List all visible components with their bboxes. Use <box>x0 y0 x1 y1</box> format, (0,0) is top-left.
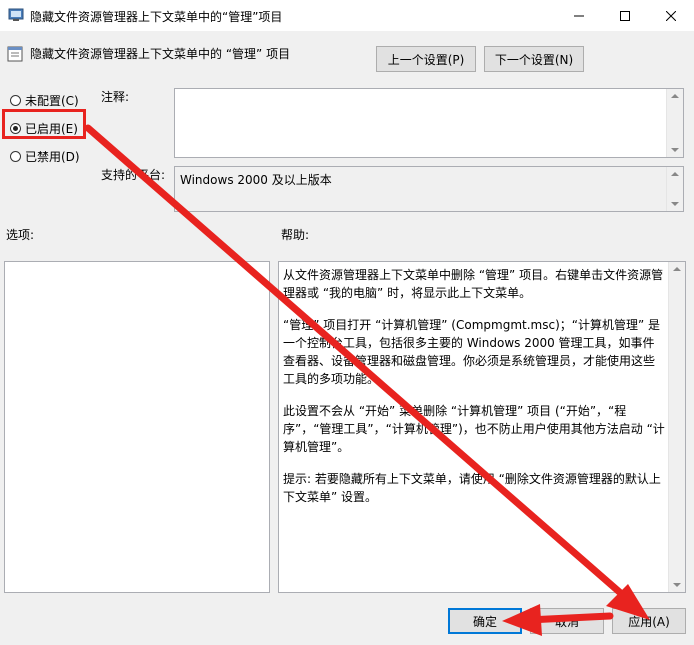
policy-app-icon <box>8 8 24 21</box>
help-scrollbar[interactable] <box>668 262 685 592</box>
platform-field: Windows 2000 及以上版本 <box>174 166 684 212</box>
ok-button[interactable]: 确定 <box>448 608 522 634</box>
platform-label: 支持的平台: <box>101 168 166 182</box>
help-panel[interactable]: 从文件资源管理器上下文菜单中删除 “管理” 项目。右键单击文件资源管理器或 “我… <box>278 261 686 593</box>
radio-label: 已禁用(D) <box>25 150 80 164</box>
scroll-up-icon[interactable] <box>671 172 679 176</box>
radio-circle <box>10 151 21 162</box>
apply-button[interactable]: 应用(A) <box>612 608 686 634</box>
help-paragraph: 从文件资源管理器上下文菜单中删除 “管理” 项目。右键单击文件资源管理器或 “我… <box>283 268 664 300</box>
radio-disabled[interactable]: 已禁用(D) <box>10 148 80 165</box>
options-label: 选项: <box>6 228 35 242</box>
title-bar: 隐藏文件资源管理器上下文菜单中的“管理”项目 <box>0 0 694 31</box>
minimize-icon <box>574 15 584 16</box>
platform-value: Windows 2000 及以上版本 <box>180 173 332 187</box>
help-paragraph: 此设置不会从 “开始” 菜单删除 “计算机管理” 项目 (“开始”，“程序”，“… <box>283 404 665 454</box>
next-setting-button[interactable]: 下一个设置(N) <box>484 46 584 72</box>
window-title: 隐藏文件资源管理器上下文菜单中的“管理”项目 <box>30 10 283 24</box>
comment-textarea[interactable] <box>174 88 684 158</box>
help-text: 从文件资源管理器上下文菜单中删除 “管理” 项目。右键单击文件资源管理器或 “我… <box>279 262 685 524</box>
annotation-highlight-box <box>2 109 86 139</box>
cancel-button[interactable]: 取消 <box>530 608 604 634</box>
help-paragraph: 提示: 若要隐藏所有上下文菜单，请使用 “删除文件资源管理器的默认上下文菜单” … <box>283 472 661 504</box>
scroll-up-icon[interactable] <box>671 94 679 98</box>
maximize-icon <box>620 10 630 21</box>
options-panel <box>4 261 270 593</box>
radio-circle <box>10 95 21 106</box>
scroll-down-icon[interactable] <box>673 583 681 587</box>
radio-not-configured[interactable]: 未配置(C) <box>10 92 79 109</box>
radio-label: 未配置(C) <box>25 94 79 108</box>
scroll-down-icon[interactable] <box>671 148 679 152</box>
policy-setting-icon <box>7 46 23 62</box>
close-button[interactable] <box>648 0 694 31</box>
comment-scrollbar[interactable] <box>666 89 683 157</box>
maximize-button[interactable] <box>602 0 648 31</box>
previous-setting-button[interactable]: 上一个设置(P) <box>376 46 476 72</box>
platform-scrollbar[interactable] <box>666 167 683 211</box>
scroll-up-icon[interactable] <box>673 267 681 271</box>
scroll-down-icon[interactable] <box>671 202 679 206</box>
close-icon <box>666 10 676 21</box>
help-label: 帮助: <box>281 228 310 242</box>
policy-title: 隐藏文件资源管理器上下文菜单中的 “管理” 项目 <box>30 47 291 61</box>
minimize-button[interactable] <box>556 0 602 31</box>
help-paragraph: “管理” 项目打开 “计算机管理” (Compmgmt.msc)；“计算机管理”… <box>283 318 661 386</box>
comment-label: 注释: <box>101 90 130 104</box>
